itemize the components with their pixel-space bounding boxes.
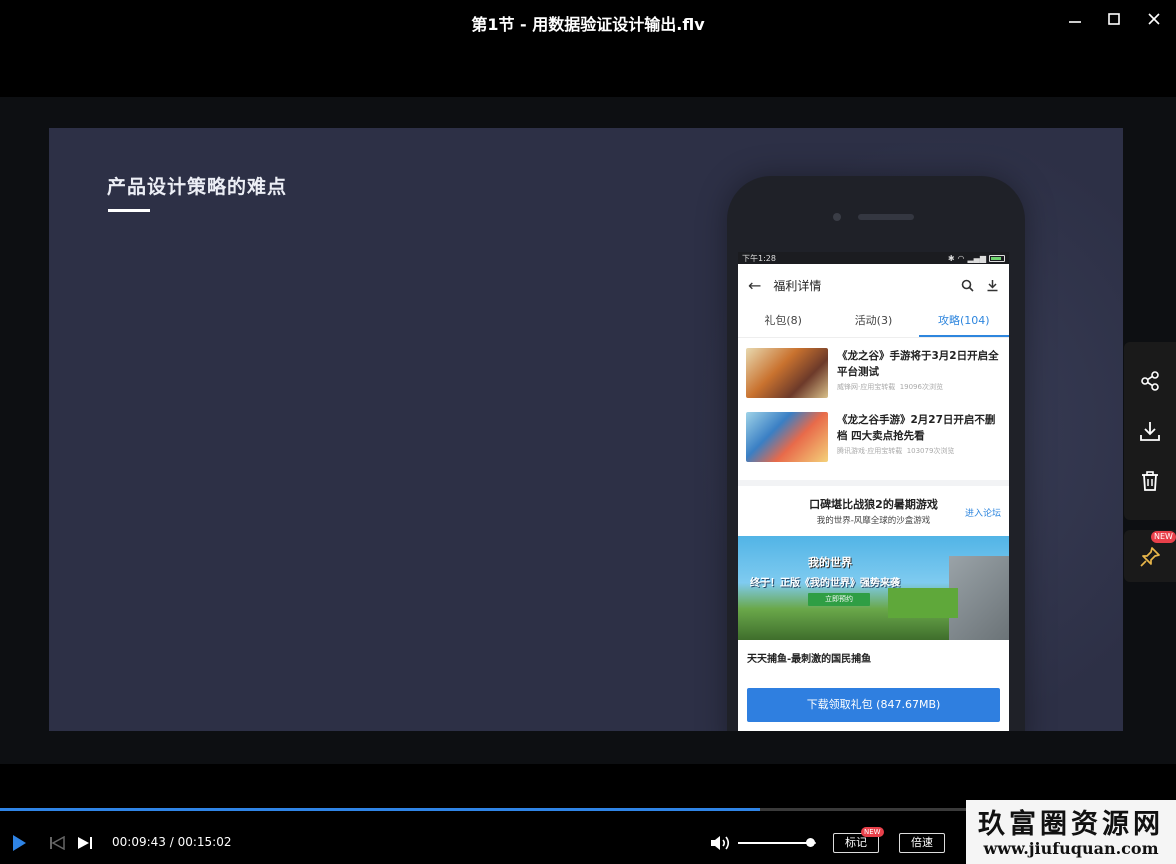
news-thumbnail <box>746 348 828 398</box>
video-player-window: 第1节 - 用数据验证设计输出.flv 产品设计策略的难点 下午1:28 ✱ ◠… <box>0 0 1176 864</box>
video-area[interactable]: 产品设计策略的难点 下午1:28 ✱ ◠ ▂▄▆ ← 福利详情 礼包(8) 活动… <box>0 97 1176 764</box>
phone-status-bar: 下午1:28 ✱ ◠ ▂▄▆ <box>738 252 1009 264</box>
signal-icon: ▂▄▆ <box>967 253 986 263</box>
maximize-icon <box>1108 13 1120 25</box>
news-thumbnail <box>746 412 828 462</box>
banner-logo: 我的世界 <box>808 556 852 569</box>
mute-button[interactable] <box>709 832 733 854</box>
pin-button[interactable] <box>1138 545 1162 569</box>
watermark-url: www.jiufuquan.com <box>983 839 1159 858</box>
volume-fill <box>738 842 810 844</box>
volume-knob[interactable] <box>805 838 815 847</box>
phone-speaker <box>858 214 914 220</box>
download-icon <box>1140 422 1160 441</box>
tab-events: 活动(3) <box>854 314 893 327</box>
minimize-icon <box>1069 21 1081 23</box>
forum-section: 口碑堪比战狼2的暑期游戏 我的世界-风靡全球的沙盒游戏 进入论坛 <box>738 486 1009 536</box>
play-button[interactable] <box>8 832 30 854</box>
seek-bar-fill <box>0 808 760 811</box>
skip-next-icon <box>78 837 92 849</box>
pin-panel: NEW <box>1124 530 1176 582</box>
slide-title-underline <box>108 209 150 212</box>
back-arrow-icon: ← <box>748 275 762 295</box>
phone-screen: 下午1:28 ✱ ◠ ▂▄▆ ← 福利详情 礼包(8) 活动(3) 攻略(104… <box>738 252 1009 731</box>
banner-headline: 终于！正版《我的世界》强势来袭 <box>750 578 900 589</box>
volume-icon <box>711 836 730 850</box>
side-toolbar <box>1124 342 1176 520</box>
maximize-button[interactable] <box>1100 8 1128 30</box>
phone-mockup: 下午1:28 ✱ ◠ ▂▄▆ ← 福利详情 礼包(8) 活动(3) 攻略(104… <box>727 176 1025 731</box>
watermark: 玖富圈资源网 www.jiufuquan.com <box>966 800 1176 864</box>
speed-button[interactable]: 倍速 <box>899 833 945 853</box>
forum-link: 进入论坛 <box>964 509 1001 519</box>
share-button[interactable] <box>1138 369 1162 393</box>
time-display: 00:09:43 / 00:15:02 <box>112 835 232 849</box>
download-button[interactable] <box>1138 419 1162 443</box>
new-badge: NEW <box>1151 531 1176 543</box>
next-button[interactable] <box>74 832 96 854</box>
presentation-slide: 产品设计策略的难点 下午1:28 ✱ ◠ ▂▄▆ ← 福利详情 礼包(8) 活动… <box>49 128 1123 731</box>
current-time: 00:09:43 <box>112 835 166 849</box>
phone-app-title: 福利详情 <box>773 278 822 293</box>
download-icon <box>986 279 999 292</box>
banner-reserve-button: 立即预约 <box>808 593 870 606</box>
previous-button[interactable] <box>46 832 68 854</box>
news-list: 《龙之谷》手游将于3月2日开启全平台测试 威锋网·应用宝转载 19096次浏览 … <box>738 338 1009 474</box>
news-meta: 威锋网·应用宝转载 19096次浏览 <box>837 383 943 391</box>
game-banner: 我的世界 终于！正版《我的世界》强势来袭 立即预约 <box>738 536 1009 640</box>
tab-gifts: 礼包(8) <box>764 314 802 327</box>
list-item: 《龙之谷》手游将于3月2日开启全平台测试 威锋网·应用宝转载 19096次浏览 <box>746 348 1001 410</box>
trash-icon <box>1142 471 1158 491</box>
wifi-icon: ◠ <box>957 253 965 263</box>
download-gift-button: 下载领取礼包 (847.67MB) <box>747 688 1000 722</box>
bluetooth-icon: ✱ <box>947 253 955 263</box>
title-bar: 第1节 - 用数据验证设计输出.flv <box>0 0 1176 44</box>
mark-new-badge: NEW <box>861 827 884 837</box>
volume-slider[interactable] <box>738 842 816 844</box>
slide-title: 产品设计策略的难点 <box>107 176 288 198</box>
close-icon <box>1148 13 1160 25</box>
phone-camera <box>833 213 841 221</box>
news-title: 《龙之谷》手游将于3月2日开启全平台测试 <box>837 350 999 378</box>
watermark-name: 玖富圈资源网 <box>978 809 1164 840</box>
total-time: 00:15:02 <box>177 835 232 849</box>
delete-button[interactable] <box>1138 469 1162 493</box>
pin-icon <box>1140 547 1160 567</box>
search-icon <box>961 279 974 292</box>
share-icon <box>1141 371 1159 391</box>
list-item: 《龙之谷手游》2月27日开启不删档 四大卖点抢先看 腾讯游戏·应用宝转载 103… <box>746 412 1001 474</box>
battery-icon <box>989 254 1005 262</box>
game-name: 天天捕鱼-最刺激的国民捕鱼 <box>747 654 872 665</box>
window-title: 第1节 - 用数据验证设计输出.flv <box>471 15 705 34</box>
news-title: 《龙之谷手游》2月27日开启不删档 四大卖点抢先看 <box>837 414 996 442</box>
tab-guides: 攻略(104) <box>918 306 1009 337</box>
play-icon <box>13 835 26 851</box>
news-meta: 腾讯游戏·应用宝转载 103079次浏览 <box>837 447 955 455</box>
phone-app-bar: ← 福利详情 <box>738 264 1009 306</box>
minimize-button[interactable] <box>1061 8 1089 30</box>
status-time: 下午1:28 <box>742 253 776 263</box>
skip-previous-icon <box>50 836 65 850</box>
phone-tabs: 礼包(8) 活动(3) 攻略(104) <box>738 306 1009 338</box>
close-button[interactable] <box>1140 8 1168 30</box>
